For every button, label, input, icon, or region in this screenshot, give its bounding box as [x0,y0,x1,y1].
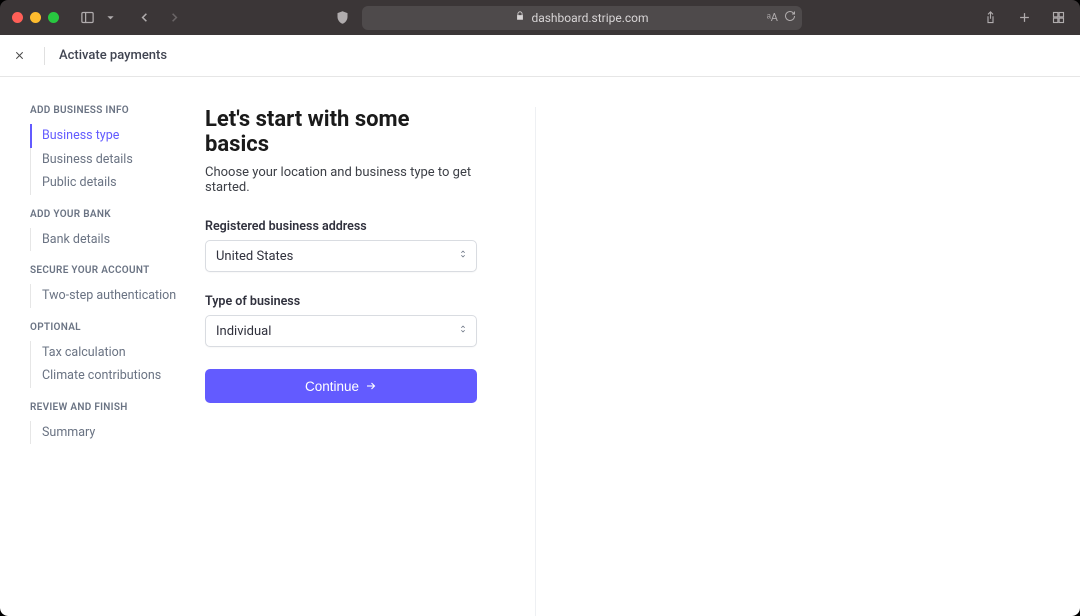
continue-button-label: Continue [305,379,359,394]
divider [44,47,45,65]
address-label: Registered business address [205,219,477,234]
browser-window: dashboard.stripe.com ᵃA [0,0,1080,616]
tabs-overview-icon[interactable] [1048,8,1068,28]
sidebar-item[interactable]: Climate contributions [30,364,205,388]
progress-sidebar: ADD BUSINESS INFO Business typeBusiness d… [0,77,205,616]
translate-icon[interactable]: ᵃA [767,11,778,24]
sidebar-section-title: SECURE YOUR ACCOUNT [30,265,205,276]
form-subheading: Choose your location and business type t… [205,165,477,195]
forward-button[interactable] [164,8,184,28]
minimize-window-button[interactable] [30,12,41,23]
page-content: Activate payments ADD BUSINESS INFO Busin… [0,35,1080,616]
close-icon[interactable] [14,48,30,64]
tab-dropdown-icon[interactable] [100,8,120,28]
sidebar-section-title: ADD YOUR BANK [30,209,205,220]
address-select-value: United States [216,249,293,264]
browser-toolbar: dashboard.stripe.com ᵃA [0,0,1080,35]
new-tab-icon[interactable] [1014,8,1034,28]
chevron-updown-icon [458,247,468,265]
sidebar-item[interactable]: Business type [30,124,205,148]
business-type-label: Type of business [205,294,477,309]
window-controls [12,12,59,23]
back-button[interactable] [134,8,154,28]
reload-icon[interactable] [784,10,796,25]
close-window-button[interactable] [12,12,23,23]
sidebar-section-title: REVIEW AND FINISH [30,402,205,413]
sidebar-item[interactable]: Tax calculation [30,341,205,365]
page-header: Activate payments [0,35,1080,77]
sidebar-item[interactable]: Public details [30,171,205,195]
form-heading: Let's start with some basics [205,107,477,157]
business-type-select[interactable]: Individual [205,315,477,347]
page-title: Activate payments [59,48,167,63]
arrow-right-icon [365,380,377,392]
continue-button[interactable]: Continue [205,369,477,403]
address-select[interactable]: United States [205,240,477,272]
url-text: dashboard.stripe.com [531,11,648,25]
lock-icon [515,11,525,24]
maximize-window-button[interactable] [48,12,59,23]
sidebar-item[interactable]: Bank details [30,228,205,252]
sidebar-section-title: OPTIONAL [30,322,205,333]
sidebar-item[interactable]: Business details [30,148,205,172]
main-panel: Let's start with some basics Choose your… [205,77,1080,616]
chevron-updown-icon [458,322,468,340]
business-type-select-value: Individual [216,324,271,339]
privacy-shield-icon[interactable] [332,8,352,28]
sidebar-item[interactable]: Two-step authentication [30,284,205,308]
sidebar-item[interactable]: Summary [30,421,205,445]
address-bar[interactable]: dashboard.stripe.com ᵃA [362,6,802,30]
preview-pane [535,107,1080,616]
sidebar-toggle-icon[interactable] [77,8,97,28]
sidebar-section-title: ADD BUSINESS INFO [30,105,205,116]
share-icon[interactable] [980,8,1000,28]
